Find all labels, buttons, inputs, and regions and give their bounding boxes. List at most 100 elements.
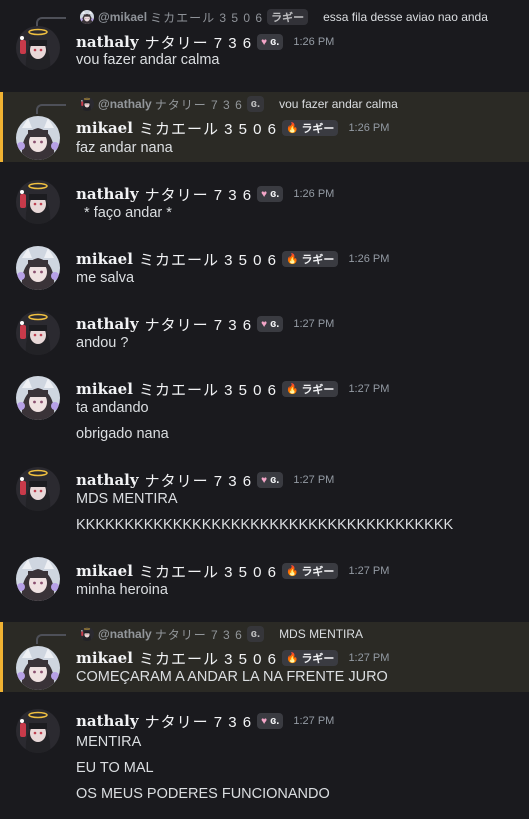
username-jp[interactable]: ミカエール 3 5 0 6 bbox=[139, 561, 277, 582]
reply-author[interactable]: @nathaly bbox=[98, 97, 152, 111]
role-tag[interactable]: 🔥 ラギー bbox=[281, 120, 339, 136]
message-text: OS MEUS PODERES FUNCIONANDO bbox=[76, 786, 330, 802]
message-header: mikael ミカエール 3 5 0 6 🔥 ラギー 1:27 PM bbox=[76, 648, 389, 668]
reply-author-jp: ナタリー 7 3 6 bbox=[154, 627, 243, 642]
username[interactable]: mikael bbox=[76, 562, 133, 580]
fire-icon: 🔥 bbox=[285, 565, 299, 577]
role-tag-label: ɞ. bbox=[270, 318, 280, 330]
username[interactable]: nathaly bbox=[76, 33, 139, 51]
message-header: nathaly ナタリー 7 3 6 ♥ ɞ. 1:27 PM bbox=[76, 711, 334, 731]
avatar[interactable] bbox=[16, 646, 60, 690]
username-jp[interactable]: ナタリー 7 3 6 bbox=[145, 314, 253, 335]
reply-preview[interactable]: @nathaly ナタリー 7 3 6 ɞ. MDS MENTIRA bbox=[36, 625, 363, 644]
role-tag[interactable]: 🔥 ラギー bbox=[281, 381, 339, 397]
username-jp[interactable]: ナタリー 7 3 6 bbox=[145, 470, 253, 491]
reply-preview[interactable]: @mikael ミカエール 3 5 0 6 ラギー essa fila desse a… bbox=[36, 8, 488, 27]
role-tag-label: ラギー bbox=[301, 254, 335, 266]
role-tag[interactable]: ♥ ɞ. bbox=[257, 186, 284, 202]
reply-avatar bbox=[80, 627, 94, 641]
fire-icon: 🔥 bbox=[285, 652, 299, 664]
avatar[interactable] bbox=[16, 376, 60, 420]
role-tag[interactable]: 🔥 ラギー bbox=[281, 650, 339, 666]
role-tag[interactable]: ♥ ɞ. bbox=[257, 713, 284, 729]
role-tag-label: ɞ. bbox=[270, 474, 280, 486]
username-jp[interactable]: ミカエール 3 5 0 6 bbox=[139, 118, 277, 139]
avatar[interactable] bbox=[16, 116, 60, 160]
message-header: nathaly ナタリー 7 3 6 ♥ ɞ. 1:26 PM bbox=[76, 184, 334, 204]
avatar[interactable] bbox=[16, 709, 60, 753]
role-tag-label: ラギー bbox=[301, 653, 335, 665]
username[interactable]: nathaly bbox=[76, 315, 139, 333]
message-text: faz andar nana bbox=[76, 140, 173, 156]
avatar[interactable] bbox=[16, 557, 60, 601]
reply-author-jp: ナタリー 7 3 6 bbox=[154, 97, 243, 112]
message-text: EU TO MAL bbox=[76, 760, 154, 776]
username-jp[interactable]: ナタリー 7 3 6 bbox=[145, 184, 253, 205]
role-tag-label: ɞ. bbox=[270, 188, 280, 200]
message-text: * faço andar * bbox=[76, 205, 172, 221]
username-jp[interactable]: ミカエール 3 5 0 6 bbox=[139, 379, 277, 400]
timestamp: 1:26 PM bbox=[348, 253, 390, 265]
username-jp[interactable]: ミカエール 3 5 0 6 bbox=[139, 648, 277, 669]
avatar[interactable] bbox=[16, 246, 60, 290]
role-tag-label: ɞ. bbox=[270, 36, 280, 48]
message-text: ta andando bbox=[76, 400, 149, 416]
reply-text: vou fazer andar calma bbox=[279, 97, 398, 111]
message-header: mikael ミカエール 3 5 0 6 🔥 ラギー 1:27 PM bbox=[76, 379, 389, 399]
role-tag-label: ラギー bbox=[301, 123, 335, 135]
username[interactable]: mikael bbox=[76, 250, 133, 268]
username[interactable]: nathaly bbox=[76, 712, 139, 730]
reply-text: essa fila desse aviao nao anda bbox=[323, 10, 488, 24]
username[interactable]: mikael bbox=[76, 119, 133, 137]
chat-messages: @mikael ミカエール 3 5 0 6 ラギー essa fila desse a… bbox=[0, 0, 529, 819]
timestamp: 1:27 PM bbox=[293, 715, 335, 727]
username[interactable]: nathaly bbox=[76, 471, 139, 489]
reply-author[interactable]: @mikael bbox=[98, 10, 147, 24]
username-jp[interactable]: ナタリー 7 3 6 bbox=[145, 32, 253, 53]
username-jp[interactable]: ナタリー 7 3 6 bbox=[145, 711, 253, 732]
timestamp: 1:27 PM bbox=[293, 474, 335, 486]
heart-icon: ♥ bbox=[261, 188, 268, 200]
avatar[interactable] bbox=[16, 180, 60, 224]
reply-role-tag: ɞ. bbox=[246, 626, 265, 642]
reply-role-tag: ラギー bbox=[267, 9, 309, 25]
message-text: MDS MENTIRA bbox=[76, 491, 178, 507]
username[interactable]: mikael bbox=[76, 649, 133, 667]
message-header: mikael ミカエール 3 5 0 6 🔥 ラギー 1:26 PM bbox=[76, 118, 389, 138]
avatar[interactable] bbox=[16, 311, 60, 355]
role-tag[interactable]: 🔥 ラギー bbox=[281, 563, 339, 579]
timestamp: 1:26 PM bbox=[293, 36, 335, 48]
avatar[interactable] bbox=[16, 467, 60, 511]
message-header: nathaly ナタリー 7 3 6 ♥ ɞ. 1:27 PM bbox=[76, 470, 334, 490]
message-text: me salva bbox=[76, 270, 135, 286]
avatar[interactable] bbox=[16, 26, 60, 70]
username[interactable]: nathaly bbox=[76, 185, 139, 203]
timestamp: 1:27 PM bbox=[293, 318, 335, 330]
fire-icon: 🔥 bbox=[285, 383, 299, 395]
heart-icon: ♥ bbox=[261, 36, 268, 48]
reply-author[interactable]: @nathaly bbox=[98, 627, 152, 641]
reply-avatar bbox=[80, 97, 94, 111]
message-text: minha heroina bbox=[76, 582, 168, 598]
role-tag-label: ラギー bbox=[301, 566, 335, 578]
message-text: KKKKKKKKKKKKKKKKKKKKKKKKKKKKKKKKKKKKKKK bbox=[76, 517, 454, 533]
reply-role-tag: ɞ. bbox=[246, 96, 265, 112]
role-tag[interactable]: ♥ ɞ. bbox=[257, 472, 284, 488]
message-header: mikael ミカエール 3 5 0 6 🔥 ラギー 1:27 PM bbox=[76, 561, 389, 581]
reply-spine bbox=[36, 104, 66, 114]
reply-author-jp: ミカエール 3 5 0 6 bbox=[150, 10, 264, 25]
heart-icon: ♥ bbox=[261, 318, 268, 330]
message-header: mikael ミカエール 3 5 0 6 🔥 ラギー 1:26 PM bbox=[76, 249, 389, 269]
role-tag[interactable]: ♥ ɞ. bbox=[257, 316, 284, 332]
reply-preview[interactable]: @nathaly ナタリー 7 3 6 ɞ. vou fazer andar calm… bbox=[36, 95, 398, 114]
username[interactable]: mikael bbox=[76, 380, 133, 398]
heart-icon: ♥ bbox=[261, 474, 268, 486]
fire-icon: 🔥 bbox=[285, 253, 299, 265]
username-jp[interactable]: ミカエール 3 5 0 6 bbox=[139, 249, 277, 270]
timestamp: 1:27 PM bbox=[348, 652, 390, 664]
message-text: andou ? bbox=[76, 335, 129, 351]
role-tag-label: ラギー bbox=[301, 384, 335, 396]
message-text: COMEÇARAM A ANDAR LA NA FRENTE JURO bbox=[76, 669, 388, 685]
role-tag[interactable]: 🔥 ラギー bbox=[281, 251, 339, 267]
role-tag[interactable]: ♥ ɞ. bbox=[257, 34, 284, 50]
